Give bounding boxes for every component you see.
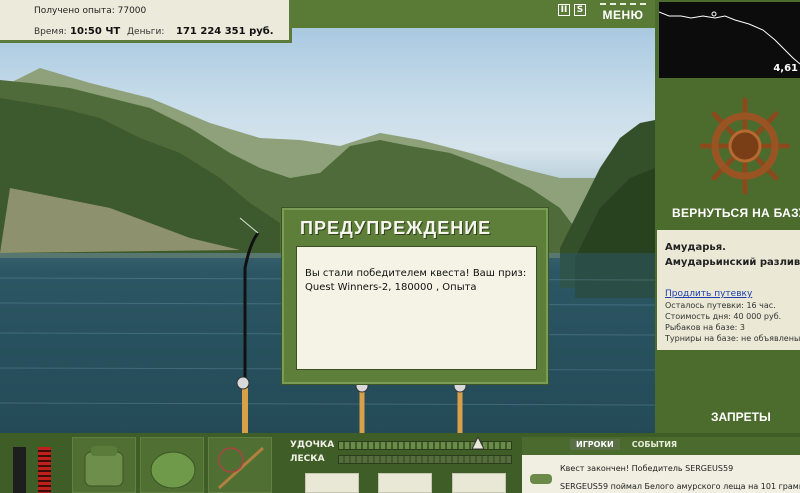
pause-icon[interactable]: II [558,4,570,16]
experience-value: 77000 [117,6,147,16]
depth-map[interactable]: 4,61 [658,2,800,78]
line-tension-bar [338,455,512,464]
location-name: Амударья. [665,242,726,253]
rod-tension-bar [338,441,512,450]
fish-icon [530,474,552,484]
net-slot[interactable] [208,437,272,493]
depth-value: 4,61 [773,63,798,74]
rod-tension-label: УДОЧКА [290,440,335,450]
location-panel: Амударья. Амударьинский разлив Продлить … [657,230,800,350]
player-info-panel: Получено опыта: 77000 Время: 10:50 ЧТ Де… [0,0,292,43]
bag-icon [150,451,196,489]
location-sub: Амударьинский разлив [665,257,800,268]
tension-meters: УДОЧКА ЛЕСКА [288,437,518,467]
time-label: Время: [34,27,67,37]
return-to-base-button[interactable]: ВЕРНУТЬСЯ НА БАЗУ [672,206,800,220]
money-value: 171 224 351 руб. [176,26,274,37]
tab-events[interactable]: СОБЫТИЯ [626,439,683,450]
backpack-icon [84,446,124,487]
tool-slot-2[interactable] [378,473,432,493]
backpack-slot[interactable] [72,437,136,493]
sound-icon[interactable]: S [574,4,586,16]
dialog-title: ПРЕДУПРЕЖДЕНИЕ [300,218,492,238]
anglers-count: Рыбаков на базе: 3 [665,323,745,332]
power-gauge [38,447,51,493]
day-cost: Стоимость дня: 40 000 руб. [665,312,782,321]
tension-marker-icon [472,437,484,450]
chat-tabs: ИГРОКИ СОБЫТИЯ [570,439,683,450]
bans-button[interactable]: ЗАПРЕТЫ [711,410,771,424]
time-value: 10:50 ЧТ [70,26,121,37]
chat-message: SERGEUS59 поймал Белого амурского леща н… [560,482,800,491]
chat-message: Квест закончен! Победитель SERGEUS59 [560,464,734,473]
landing-net-icon [217,446,265,490]
chat-panel: ИГРОКИ СОБЫТИЯ Квест закончен! Победител… [522,437,800,493]
experience-label: Получено опыта: 77000 [34,6,147,16]
tournaments-info: Турниры на базе: не объявлены [665,334,800,343]
top-icons: II S [558,4,586,16]
menu-button[interactable]: МЕНЮ [600,3,646,23]
line-tension-label: ЛЕСКА [290,454,325,464]
stamina-gauge [13,447,26,493]
tool-slot-3[interactable] [452,473,506,493]
bait-bag-slot[interactable] [140,437,204,493]
tab-players[interactable]: ИГРОКИ [570,439,620,450]
money-label: Деньги: [127,27,165,37]
tool-slot-1[interactable] [305,473,359,493]
extend-permit-link[interactable]: Продлить путевку [665,289,752,299]
permit-remaining: Осталось путевки: 16 час. [665,301,776,310]
dialog-message: Вы стали победителем квеста! Ваш приз: Q… [296,246,537,370]
ship-wheel-icon[interactable] [700,96,790,196]
warning-dialog[interactable]: ПРЕДУПРЕЖДЕНИЕ Вы стали победителем квес… [281,207,549,385]
